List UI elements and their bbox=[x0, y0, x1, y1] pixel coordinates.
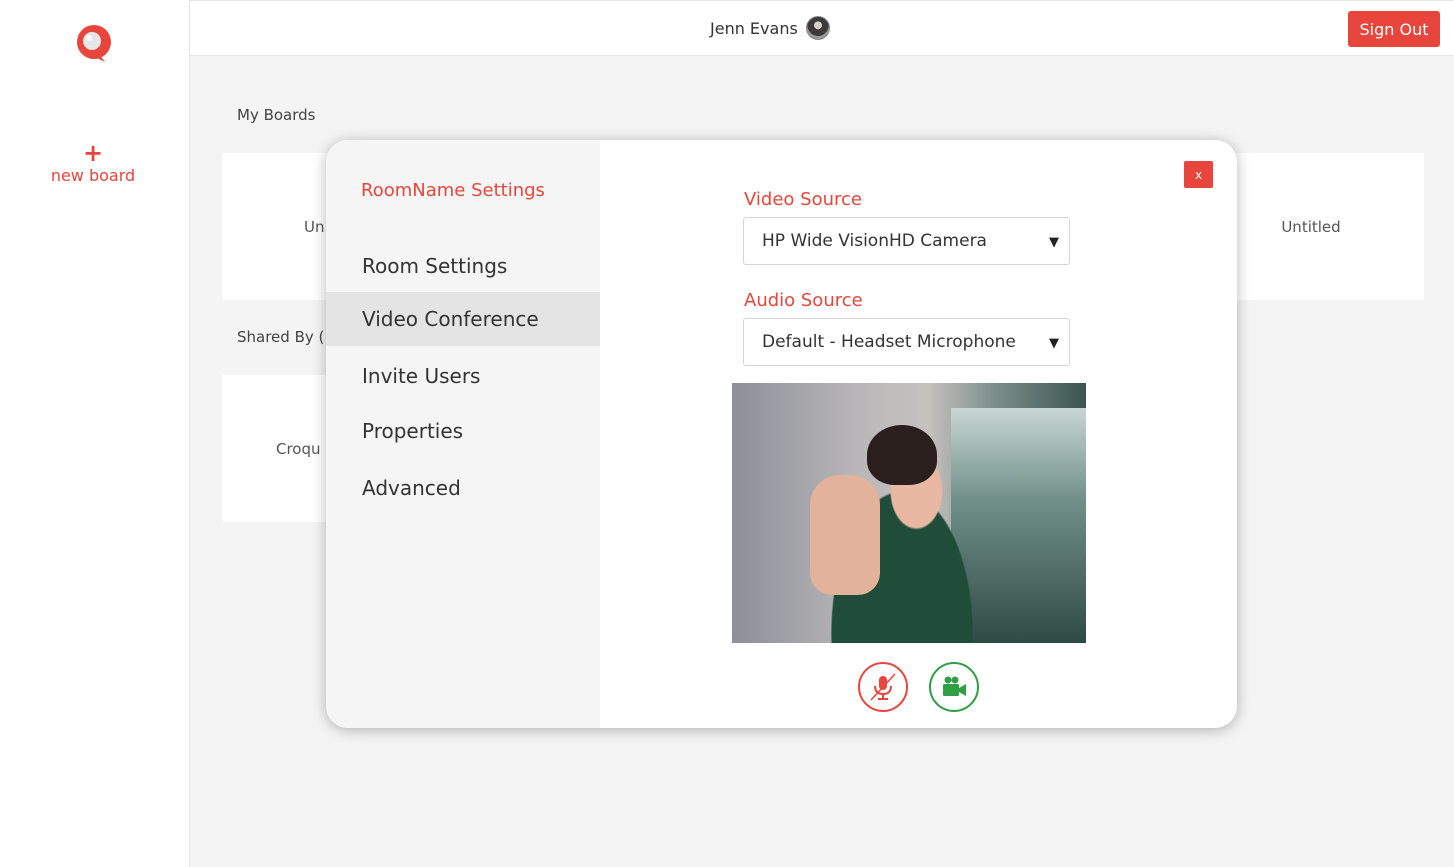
nav-video-conference[interactable]: Video Conference bbox=[326, 292, 600, 346]
my-boards-title: My Boards bbox=[237, 106, 316, 124]
app-logo-icon[interactable] bbox=[75, 24, 113, 64]
avatar bbox=[805, 16, 830, 40]
board-title: Untitled bbox=[1281, 217, 1341, 236]
video-camera-icon bbox=[943, 676, 966, 696]
settings-nav: RoomName Settings Room Settings Video Co… bbox=[326, 140, 600, 728]
board-title: Un bbox=[304, 217, 325, 236]
room-settings-modal: RoomName Settings Room Settings Video Co… bbox=[326, 140, 1237, 728]
new-board-button[interactable]: + new board bbox=[40, 139, 146, 185]
audio-source-value: Default - Headset Microphone bbox=[762, 332, 1016, 352]
nav-advanced[interactable]: Advanced bbox=[326, 461, 600, 515]
sign-out-button[interactable]: Sign Out bbox=[1348, 11, 1440, 47]
dropdown-arrow-icon: ▼ bbox=[1049, 235, 1059, 250]
shared-boards-title: Shared By ( bbox=[237, 328, 325, 346]
nav-room-settings[interactable]: Room Settings bbox=[326, 239, 600, 293]
sidebar: + new board bbox=[0, 0, 190, 867]
nav-invite-users[interactable]: Invite Users bbox=[326, 349, 600, 403]
audio-source-label: Audio Source bbox=[744, 290, 863, 311]
video-source-select[interactable]: HP Wide VisionHD Camera ▼ bbox=[743, 217, 1070, 265]
video-source-value: HP Wide VisionHD Camera bbox=[762, 231, 987, 251]
microphone-muted-icon bbox=[870, 673, 896, 701]
board-title: Croqu bbox=[276, 439, 321, 458]
dropdown-arrow-icon: ▼ bbox=[1049, 336, 1059, 351]
modal-title: RoomName Settings bbox=[361, 180, 545, 201]
audio-source-select[interactable]: Default - Headset Microphone ▼ bbox=[743, 318, 1070, 366]
close-button[interactable]: x bbox=[1184, 161, 1213, 188]
video-source-label: Video Source bbox=[744, 189, 862, 210]
video-preview bbox=[732, 383, 1086, 643]
top-bar: Jenn Evans Sign Out bbox=[190, 0, 1454, 56]
video-person-hand bbox=[810, 475, 880, 595]
video-person-hair bbox=[867, 425, 937, 485]
user-name: Jenn Evans bbox=[710, 18, 798, 38]
nav-properties[interactable]: Properties bbox=[326, 404, 600, 458]
plus-icon: + bbox=[82, 139, 104, 167]
toggle-microphone-button[interactable] bbox=[858, 662, 908, 712]
video-conference-panel: x Video Source HP Wide VisionHD Camera ▼… bbox=[600, 140, 1237, 728]
new-board-label: new board bbox=[50, 166, 136, 185]
toggle-camera-button[interactable] bbox=[929, 662, 979, 712]
user-menu[interactable]: Jenn Evans bbox=[710, 16, 830, 40]
